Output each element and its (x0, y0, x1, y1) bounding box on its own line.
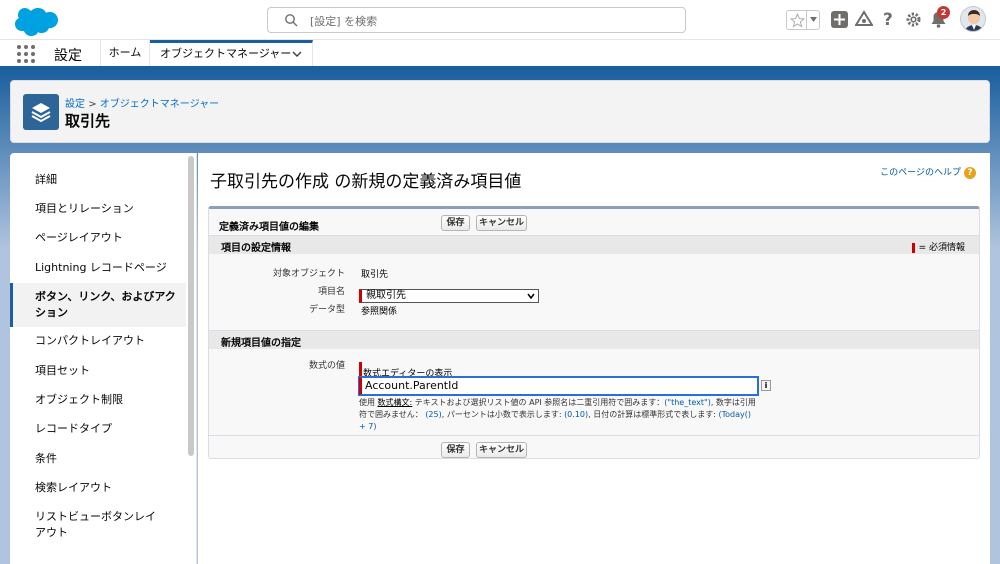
gear-icon[interactable] (905, 11, 922, 28)
section-new-value: 新規項目値の指定 (209, 330, 979, 349)
breadcrumb-object-manager-link[interactable]: オブジェクトマネージャー (100, 99, 219, 110)
salesforce-logo[interactable] (12, 6, 58, 36)
section-field-info: 項目の設定情報 = 必須情報 (209, 235, 979, 254)
sidebar-item-object-limits[interactable]: オブジェクト制限 (10, 392, 186, 408)
star-icon (790, 13, 805, 28)
field-name-label: 項目名 (317, 287, 345, 297)
block-title: 定義済み項目値の編集 (219, 222, 319, 233)
tab-object-manager[interactable]: オブジェクトマネージャー (150, 40, 313, 66)
hint-example: ("the_text") (664, 398, 711, 407)
sidebar-item-list-view-button-layout[interactable]: リストビューボタンレイアウト (10, 509, 160, 541)
global-actions-button[interactable] (831, 11, 848, 28)
formula-hint: 使用 数式構文: テキストおよび選択リスト値の API 参照名は二重引用符で囲み… (359, 397, 759, 433)
trailhead-icon[interactable] (855, 10, 873, 28)
help-question-icon: ? (964, 166, 976, 179)
required-marker (911, 242, 915, 253)
object-sidebar: 詳細 項目とリレーション ページレイアウト Lightning レコードページ … (10, 153, 196, 564)
page-title: 取引先 (65, 112, 111, 130)
hint-example: (0.10) (564, 410, 589, 419)
breadcrumb-separator: > (88, 99, 97, 110)
save-button-bottom[interactable]: 保存 (441, 442, 470, 458)
sidebar-item-conditions[interactable]: 条件 (10, 451, 186, 467)
breadcrumb: 設定 > オブジェクトマネージャー (65, 95, 219, 110)
search-icon (285, 14, 298, 27)
user-avatar-icon (964, 10, 984, 31)
hint-use: 使用 (359, 398, 375, 407)
cancel-button-bottom[interactable]: キャンセル (476, 442, 527, 458)
sidebar-item-record-types[interactable]: レコードタイプ (10, 421, 186, 437)
favorites-dropdown[interactable] (806, 11, 819, 29)
sidebar-item-search-layouts[interactable]: 検索レイアウト (10, 480, 186, 496)
save-button[interactable]: 保存 (441, 215, 470, 231)
notification-badge: 2 (937, 6, 950, 19)
required-legend: = 必須情報 (911, 240, 965, 253)
sidebar-item-field-sets[interactable]: 項目セット (10, 363, 186, 379)
sidebar-item-page-layouts[interactable]: ページレイアウト (10, 230, 186, 246)
edit-block: 定義済み項目値の編集 保存 キャンセル 項目の設定情報 = 必須情報 対象オブジ… (208, 206, 980, 459)
breadcrumb-setup-link[interactable]: 設定 (65, 99, 85, 110)
hint-text: テキストおよび選択リスト値の API 参照名は二重引用符で囲みます： (414, 398, 665, 407)
search-input[interactable]: [設定] を検索 (267, 7, 686, 33)
app-nav-bar: 設定 ホーム オブジェクトマネージャー (0, 40, 1000, 69)
required-legend-text: = 必須情報 (918, 243, 965, 253)
data-type-value: 参照関係 (361, 307, 398, 317)
avatar[interactable] (960, 6, 986, 32)
hint-text: , パーセントは小数で表示します: (441, 410, 562, 419)
object-header: 設定 > オブジェクトマネージャー 取引先 (10, 80, 990, 143)
sidebar-item-details[interactable]: 詳細 (10, 172, 186, 188)
help-link-label: このページのヘルプ (880, 168, 961, 178)
app-launcher-icon[interactable] (17, 45, 36, 64)
target-object-label: 対象オブジェクト (272, 269, 345, 279)
sidebar-item-fields[interactable]: 項目とリレーション (10, 201, 186, 217)
formula-label: 数式の値 (308, 361, 345, 371)
plus-icon (834, 14, 845, 25)
field-name-selected: 親取引先 (366, 290, 406, 301)
scrollbar-thumb[interactable] (188, 156, 194, 456)
content-title: 子取引先の作成 の新規の定義済み項目値 (210, 172, 522, 192)
tab-object-manager-label: オブジェクトマネージャー (160, 47, 292, 60)
chevron-down-icon (527, 293, 535, 300)
global-header: [設定] を検索 ? 2 (0, 0, 1000, 40)
sidebar-scrollbar[interactable] (186, 153, 197, 564)
sidebar-item-lightning-pages[interactable]: Lightning レコードページ (10, 260, 186, 276)
chevron-down-icon[interactable] (292, 49, 302, 59)
tab-home[interactable]: ホーム (100, 40, 150, 66)
hint-text: , 日付の計算は標準形式で表します: (588, 410, 716, 419)
help-icon[interactable]: ? (881, 10, 895, 28)
field-name-select[interactable]: 親取引先 (359, 289, 539, 303)
data-type-label: データ型 (308, 305, 345, 315)
object-icon (23, 94, 59, 130)
svg-text:?: ? (883, 10, 893, 28)
search-placeholder: [設定] を検索 (310, 15, 378, 28)
app-name: 設定 (54, 48, 82, 64)
main-content: 子取引先の作成 の新規の定義済み項目値 このページのヘルプ? 定義済み項目値の編… (198, 153, 990, 564)
footer-divider (209, 435, 979, 436)
help-link[interactable]: このページのヘルプ? (880, 165, 976, 179)
hint-example: (25) (425, 410, 442, 419)
chevron-down-icon (810, 17, 817, 22)
sidebar-item-buttons-links-actions[interactable]: ボタン、リンク、およびアクション (10, 283, 186, 327)
cancel-button[interactable]: キャンセル (476, 215, 527, 231)
favorites-button[interactable] (786, 10, 820, 30)
hint-syntax-link[interactable]: 数式構文: (378, 398, 413, 407)
section-title: 項目の設定情報 (221, 243, 291, 254)
info-icon[interactable]: i (761, 380, 771, 391)
layers-icon (31, 103, 51, 123)
sidebar-item-compact-layouts[interactable]: コンパクトレイアウト (10, 333, 186, 349)
formula-textarea[interactable]: Account.ParentId (359, 377, 758, 395)
section-title: 新規項目値の指定 (221, 338, 301, 349)
target-object-value: 取引先 (361, 270, 389, 280)
